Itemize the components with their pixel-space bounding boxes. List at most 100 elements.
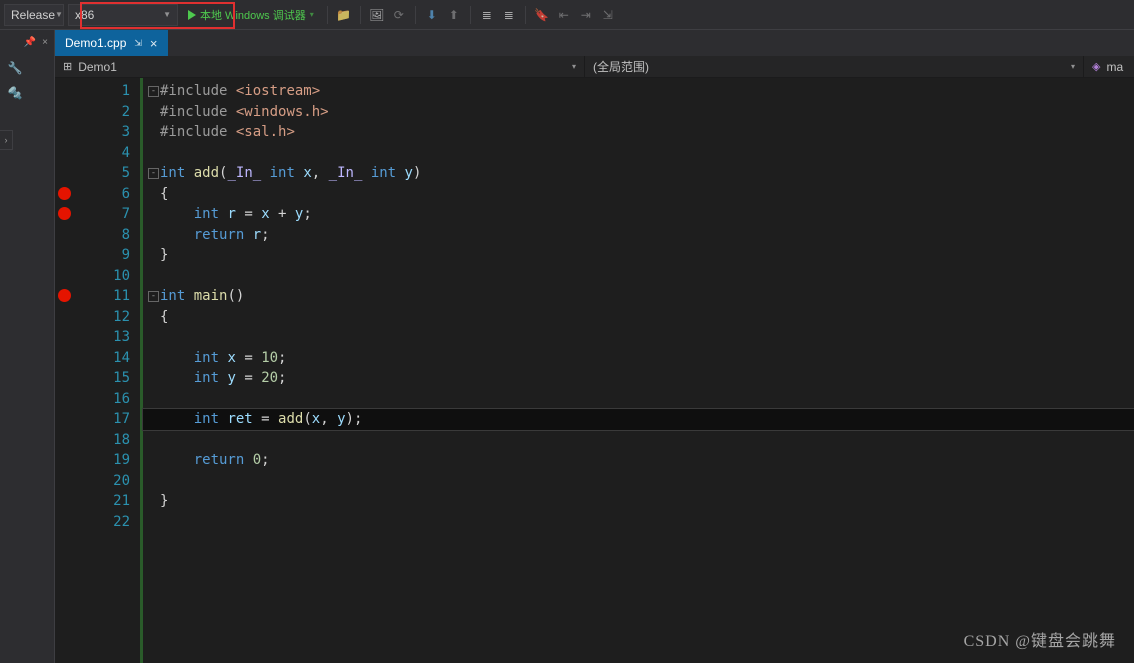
code-line[interactable]: } <box>143 245 1134 266</box>
step-icon[interactable]: ⬆ <box>445 6 463 24</box>
line-number: 5 <box>75 163 130 184</box>
bookmark-icon[interactable]: 🔖 <box>533 6 551 24</box>
separator <box>525 6 526 24</box>
fold-toggle[interactable]: - <box>148 86 159 97</box>
chevron-down-icon: ▾ <box>1071 62 1075 71</box>
file-tab[interactable]: Demo1.cpp ⇲ × <box>55 30 168 56</box>
code-line[interactable]: } <box>143 491 1134 512</box>
code-line[interactable]: #include <sal.h> <box>143 122 1134 143</box>
wrench-icon[interactable]: 🔧 <box>4 57 26 79</box>
code-line[interactable]: return 0; <box>143 450 1134 471</box>
image-icon[interactable]: 🖼 <box>368 6 386 24</box>
platform-value: x86 <box>75 8 94 22</box>
line-number: 17 <box>75 409 130 430</box>
tab-bar: Demo1.cpp ⇲ × <box>55 30 1134 56</box>
code-editor[interactable]: 12345678910111213141516171819202122 -#in… <box>55 78 1134 663</box>
line-number: 20 <box>75 471 130 492</box>
breakpoint-icon[interactable] <box>58 289 71 302</box>
scope-dropdown[interactable]: (全局范围) ▾ <box>585 56 1084 77</box>
config-dropdown[interactable]: Release ▼ <box>4 4 64 26</box>
folder-icon[interactable]: 📁 <box>335 6 353 24</box>
chevron-down-icon: ▼ <box>163 10 171 19</box>
code-line[interactable]: int x = 10; <box>143 348 1134 369</box>
line-number: 10 <box>75 266 130 287</box>
code-line[interactable] <box>143 327 1134 348</box>
code-line[interactable]: { <box>143 307 1134 328</box>
code-line[interactable] <box>143 266 1134 287</box>
project-dropdown[interactable]: ⊞ Demo1 ▾ <box>55 56 585 77</box>
code-line[interactable]: { <box>143 184 1134 205</box>
separator <box>327 6 328 24</box>
code-nav-bar: ⊞ Demo1 ▾ (全局范围) ▾ ◈ ma <box>55 56 1134 78</box>
refresh-icon[interactable]: ⟳ <box>390 6 408 24</box>
code-line[interactable] <box>143 471 1134 492</box>
breakpoint-icon[interactable] <box>58 187 71 200</box>
code-line[interactable]: #include <windows.h> <box>143 102 1134 123</box>
cube-icon: ⊞ <box>63 60 72 73</box>
indent-icon[interactable]: ≣ <box>500 6 518 24</box>
debug-label: 本地 Windows 调试器 <box>200 7 306 23</box>
play-icon <box>188 10 196 20</box>
line-number: 21 <box>75 491 130 512</box>
separator <box>415 6 416 24</box>
code-line[interactable]: return r; <box>143 225 1134 246</box>
code-line[interactable]: int r = x + y; <box>143 204 1134 225</box>
code-line[interactable]: int y = 20; <box>143 368 1134 389</box>
main-toolbar: Release ▼ x86 ▼ 本地 Windows 调试器 ▾ 📁 🖼 ⟳ ⬇… <box>0 0 1134 30</box>
line-number: 16 <box>75 389 130 410</box>
sidebar-header: 📌 × <box>0 30 54 54</box>
line-number: 9 <box>75 245 130 266</box>
line-number: 22 <box>75 512 130 533</box>
separator <box>470 6 471 24</box>
line-number: 12 <box>75 307 130 328</box>
outdent-icon[interactable]: ≣ <box>478 6 496 24</box>
code-line[interactable]: -int main() <box>143 286 1134 307</box>
separator <box>360 6 361 24</box>
project-name: Demo1 <box>78 60 117 74</box>
line-number: 4 <box>75 143 130 164</box>
nav-icon[interactable]: ⇤ <box>555 6 573 24</box>
step-icon[interactable]: ⬇ <box>423 6 441 24</box>
code-line[interactable]: int ret = add(x, y); <box>143 409 1134 430</box>
code-line[interactable] <box>143 430 1134 451</box>
line-number: 2 <box>75 102 130 123</box>
left-sidebar: 📌 × 🔧 🔩 <box>0 30 55 663</box>
close-icon[interactable]: × <box>42 37 48 48</box>
nav-icon[interactable]: ⇥ <box>577 6 595 24</box>
pin-icon[interactable]: ⇲ <box>134 38 142 49</box>
collapsed-panel[interactable]: › <box>0 130 13 150</box>
nav-icon[interactable]: ⇲ <box>599 6 617 24</box>
pin-icon[interactable]: 📌 <box>24 37 36 48</box>
code-line[interactable] <box>143 389 1134 410</box>
chevron-down-icon: ▾ <box>572 62 576 71</box>
breakpoint-icon[interactable] <box>58 207 71 220</box>
code-line[interactable]: -#include <iostream> <box>143 81 1134 102</box>
start-debug-button[interactable]: 本地 Windows 调试器 ▾ <box>182 4 320 26</box>
tab-filename: Demo1.cpp <box>65 36 126 50</box>
line-number: 11 <box>75 286 130 307</box>
line-number: 13 <box>75 327 130 348</box>
fold-toggle[interactable]: - <box>148 291 159 302</box>
line-number: 6 <box>75 184 130 205</box>
platform-dropdown[interactable]: x86 ▼ <box>68 4 178 26</box>
config-value: Release <box>11 8 55 22</box>
chevron-down-icon: ▼ <box>55 10 63 19</box>
fold-toggle[interactable]: - <box>148 168 159 179</box>
line-number: 15 <box>75 368 130 389</box>
watermark: CSDN @键盘会跳舞 <box>964 627 1116 651</box>
gear-icon[interactable]: 🔩 <box>4 82 26 104</box>
scope-name: (全局范围) <box>593 58 649 75</box>
code-line[interactable] <box>143 512 1134 533</box>
line-number: 14 <box>75 348 130 369</box>
member-name: ma <box>1106 60 1123 74</box>
member-dropdown[interactable]: ◈ ma <box>1084 56 1134 77</box>
line-number: 18 <box>75 430 130 451</box>
code-line[interactable]: -int add(_In_ int x, _In_ int y) <box>143 163 1134 184</box>
line-number: 3 <box>75 122 130 143</box>
method-icon: ◈ <box>1092 60 1100 73</box>
line-number: 8 <box>75 225 130 246</box>
close-icon[interactable]: × <box>150 36 158 51</box>
line-number: 19 <box>75 450 130 471</box>
line-number: 1 <box>75 81 130 102</box>
code-line[interactable] <box>143 143 1134 164</box>
